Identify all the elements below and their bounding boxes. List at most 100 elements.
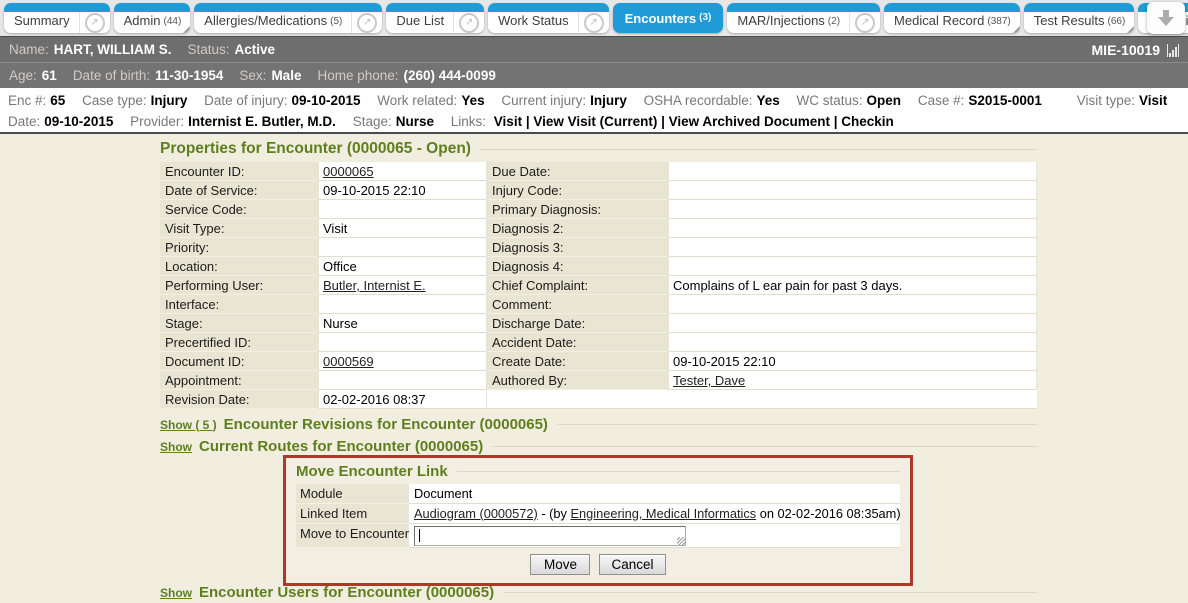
properties-heading: Properties for Encounter (0000065 - Open… <box>160 140 1037 158</box>
row-value: 0000569 <box>318 352 487 371</box>
osha-recordable-value: Yes <box>756 93 779 108</box>
text-cursor <box>419 529 420 542</box>
row-label: Encounter ID: <box>160 162 318 181</box>
encounter-id-link[interactable]: 0000065 <box>323 164 374 179</box>
tab-encounters-active[interactable]: Encounters(3) <box>613 3 724 33</box>
move-to-encounter-label: Move to Encounter <box>296 524 409 548</box>
enc-number-value: 65 <box>50 93 65 108</box>
patient-status: Active <box>235 42 276 57</box>
move-to-encounter-input[interactable] <box>415 527 685 545</box>
work-status-open-new-window-button[interactable]: ↗ <box>578 12 609 33</box>
tab-label: Encounters <box>625 11 697 26</box>
row-value <box>318 371 487 390</box>
table-row: Encounter ID: 0000065 Due Date: <box>160 162 1037 181</box>
tab-summary[interactable]: Summary ↗ <box>4 3 110 33</box>
link-view-archived-document[interactable]: View Archived Document <box>669 114 830 129</box>
table-row: Revision Date: 02-02-2016 08:37 <box>160 390 1037 409</box>
age-value: 61 <box>42 68 57 83</box>
tab-due-list[interactable]: Due List ↗ <box>386 3 484 33</box>
row-value <box>318 295 487 314</box>
row-label: Accident Date: <box>487 333 668 352</box>
link-visit[interactable]: Visit <box>494 114 522 129</box>
case-number-label: Case #: <box>918 93 965 108</box>
tab-mar-injections[interactable]: MAR/Injections(2) ↗ <box>727 3 880 33</box>
linked-by-user-link[interactable]: Engineering, Medical Informatics <box>571 506 757 521</box>
tab-admin[interactable]: Admin(44) <box>114 3 191 33</box>
sex-value: Male <box>271 68 301 83</box>
row-label: Precertified ID: <box>160 333 318 352</box>
resize-grip-icon[interactable] <box>677 537 685 545</box>
more-tabs-button[interactable] <box>1147 2 1185 34</box>
tab-label: MAR/Injections <box>737 13 824 28</box>
allergies-open-new-window-button[interactable]: ↗ <box>351 12 382 33</box>
link-view-visit-current[interactable]: View Visit (Current) <box>533 114 657 129</box>
heading-rule <box>503 592 1037 593</box>
link-separator: | <box>657 114 668 129</box>
row-label: Appointment: <box>160 371 318 390</box>
table-row: Location: Office Diagnosis 4: <box>160 257 1037 276</box>
row-value <box>668 238 1037 257</box>
row-empty-cell <box>668 390 1037 409</box>
table-row: Priority: Diagnosis 3: <box>160 238 1037 257</box>
module-label: Module <box>296 484 409 504</box>
tab-label: Due List <box>396 13 444 28</box>
linked-item-label: Linked Item <box>296 504 409 524</box>
tab-label: Allergies/Medications <box>204 13 327 28</box>
tab-allergies-medications[interactable]: Allergies/Medications(5) ↗ <box>194 3 382 33</box>
table-row: Appointment: Authored By: Tester, Dave <box>160 371 1037 390</box>
age-label: Age: <box>9 68 37 83</box>
row-label: Chief Complaint: <box>487 276 668 295</box>
show-routes-link[interactable]: Show <box>160 440 192 454</box>
row-value <box>668 181 1037 200</box>
home-phone-value: (260) 444-0099 <box>404 68 496 83</box>
mar-open-new-window-button[interactable]: ↗ <box>849 12 880 33</box>
audiogram-document-link[interactable]: Audiogram (0000572) <box>414 506 538 521</box>
row-empty-cell <box>487 390 668 409</box>
tab-test-results[interactable]: Test Results(66) <box>1024 3 1135 33</box>
dialog-title-text: Move Encounter Link <box>296 463 448 480</box>
link-separator: | <box>830 114 841 129</box>
down-arrow-icon <box>1158 17 1174 26</box>
document-id-link[interactable]: 0000569 <box>323 354 374 369</box>
tab-strip: Summary ↗ Admin(44) Allergies/Medication… <box>0 0 1188 33</box>
due-list-open-new-window-button[interactable]: ↗ <box>453 12 484 33</box>
row-label: Interface: <box>160 295 318 314</box>
row-value: Office <box>318 257 487 276</box>
enc-number-label: Enc #: <box>8 93 46 108</box>
dialog-row-linked-item: Linked Item Audiogram (0000572) - (by En… <box>296 504 900 524</box>
bar-chart-icon[interactable] <box>1167 43 1179 57</box>
row-value <box>668 295 1037 314</box>
wc-status-value: Open <box>867 93 902 108</box>
tab-medical-record[interactable]: Medical Record(387) <box>884 3 1020 33</box>
tab-work-status[interactable]: Work Status ↗ <box>488 3 609 33</box>
tab-count: (5) <box>330 16 342 28</box>
row-label: Due Date: <box>487 162 668 181</box>
show-users-link[interactable]: Show <box>160 586 192 600</box>
date-of-injury-label: Date of injury: <box>204 93 287 108</box>
encounter-properties-table: Encounter ID: 0000065 Due Date: Date of … <box>160 162 1037 409</box>
revisions-section-title: Encounter Revisions for Encounter (00000… <box>224 416 548 433</box>
authored-by-link[interactable]: Tester, Dave <box>673 373 745 388</box>
heading-rule <box>457 471 900 472</box>
move-to-encounter-input-wrap <box>414 526 686 546</box>
chart-id: MIE-10019 <box>1092 42 1160 58</box>
patient-tab-bar: Summary ↗ Admin(44) Allergies/Medication… <box>0 0 1188 36</box>
status-label: Status: <box>188 42 230 57</box>
dialog-row-move-to: Move to Encounter <box>296 524 900 548</box>
row-value <box>668 219 1037 238</box>
move-button[interactable]: Move <box>530 554 590 575</box>
tab-label: Medical Record <box>894 13 984 28</box>
cancel-button[interactable]: Cancel <box>599 554 665 575</box>
external-link-icon: ↗ <box>85 13 105 33</box>
date-of-injury-value: 09-10-2015 <box>291 93 360 108</box>
encounter-info-row-2: Date:09-10-2015 Provider:Internist E. Bu… <box>8 111 1180 132</box>
visit-type-label: Visit type: <box>1077 93 1135 108</box>
link-checkin[interactable]: Checkin <box>841 114 894 129</box>
show-revisions-link[interactable]: Show ( 5 ) <box>160 418 217 432</box>
performing-user-link[interactable]: Butler, Internist E. <box>323 278 426 293</box>
summary-open-new-window-button[interactable]: ↗ <box>79 12 110 33</box>
row-value <box>668 314 1037 333</box>
row-value <box>668 333 1037 352</box>
row-label: Create Date: <box>487 352 668 371</box>
external-link-icon: ↗ <box>855 13 875 33</box>
